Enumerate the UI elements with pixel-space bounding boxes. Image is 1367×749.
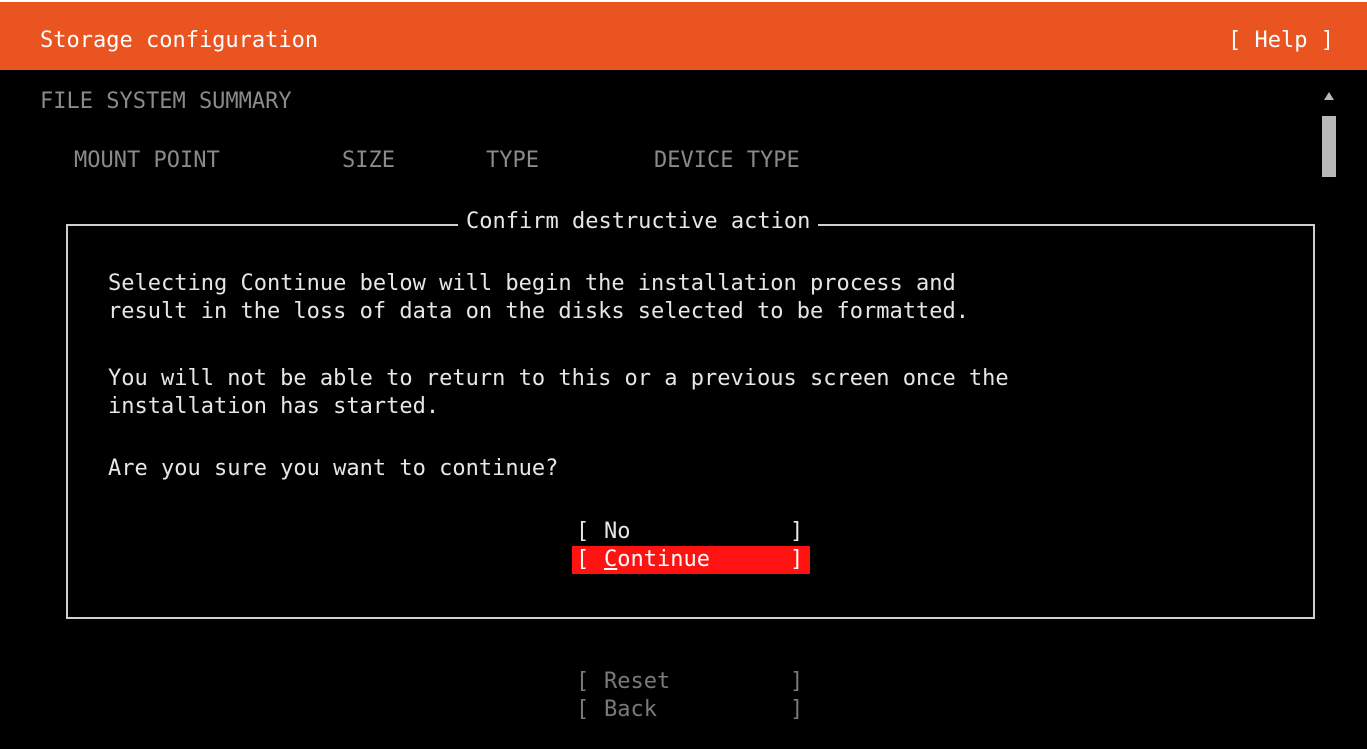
continue-button-label: Continue xyxy=(604,546,710,574)
no-button[interactable]: [ No ] xyxy=(572,518,810,546)
dialog-choices: [ No ] [ Continue ] xyxy=(572,518,812,574)
header-bar: Storage configuration [ Help ] xyxy=(0,0,1367,70)
scroll-up-arrow-icon[interactable] xyxy=(1324,92,1334,100)
bracket-right: ] xyxy=(790,519,804,544)
bracket-right: ] xyxy=(790,697,804,722)
page-title: Storage configuration xyxy=(40,28,319,53)
dialog-title: Confirm destructive action xyxy=(458,209,819,235)
column-size: SIZE xyxy=(342,148,395,173)
file-system-summary-heading: FILE SYSTEM SUMMARY xyxy=(40,89,292,114)
column-device-type: DEVICE TYPE xyxy=(654,148,800,173)
back-button[interactable]: [ Back ] xyxy=(572,696,810,724)
dialog-warning-line-1: Selecting Continue below will begin the … xyxy=(108,271,956,296)
dialog-warning-line-2: result in the loss of data on the disks … xyxy=(108,299,969,324)
column-type: TYPE xyxy=(486,148,539,173)
continue-hotkey: C xyxy=(604,547,618,572)
bracket-left: [ xyxy=(576,669,590,694)
reset-button-label: Reset xyxy=(604,669,671,694)
bracket-left: [ xyxy=(576,519,590,544)
bracket-left: [ xyxy=(576,547,590,572)
column-mount-point: MOUNT POINT xyxy=(74,148,220,173)
back-button-label: Back xyxy=(604,697,657,722)
no-button-label: No xyxy=(604,519,631,544)
bracket-left: [ xyxy=(576,697,590,722)
scrollbar[interactable] xyxy=(1320,90,1340,178)
reset-button[interactable]: [ Reset ] xyxy=(572,668,810,696)
scrollbar-thumb[interactable] xyxy=(1322,116,1336,177)
bracket-right: ] xyxy=(790,547,804,572)
continue-label-rest: ontinue xyxy=(617,547,710,572)
dialog-return-line-2: installation has started. xyxy=(108,394,440,419)
help-button[interactable]: [ Help ] xyxy=(1228,29,1334,53)
continue-button[interactable]: [ Continue ] xyxy=(572,546,810,574)
dialog-return-line-1: You will not be able to return to this o… xyxy=(108,366,1009,391)
bottom-buttons: [ Reset ] [ Back ] xyxy=(572,668,812,724)
dialog-question: Are you sure you want to continue? xyxy=(108,456,559,481)
bracket-right: ] xyxy=(790,669,804,694)
